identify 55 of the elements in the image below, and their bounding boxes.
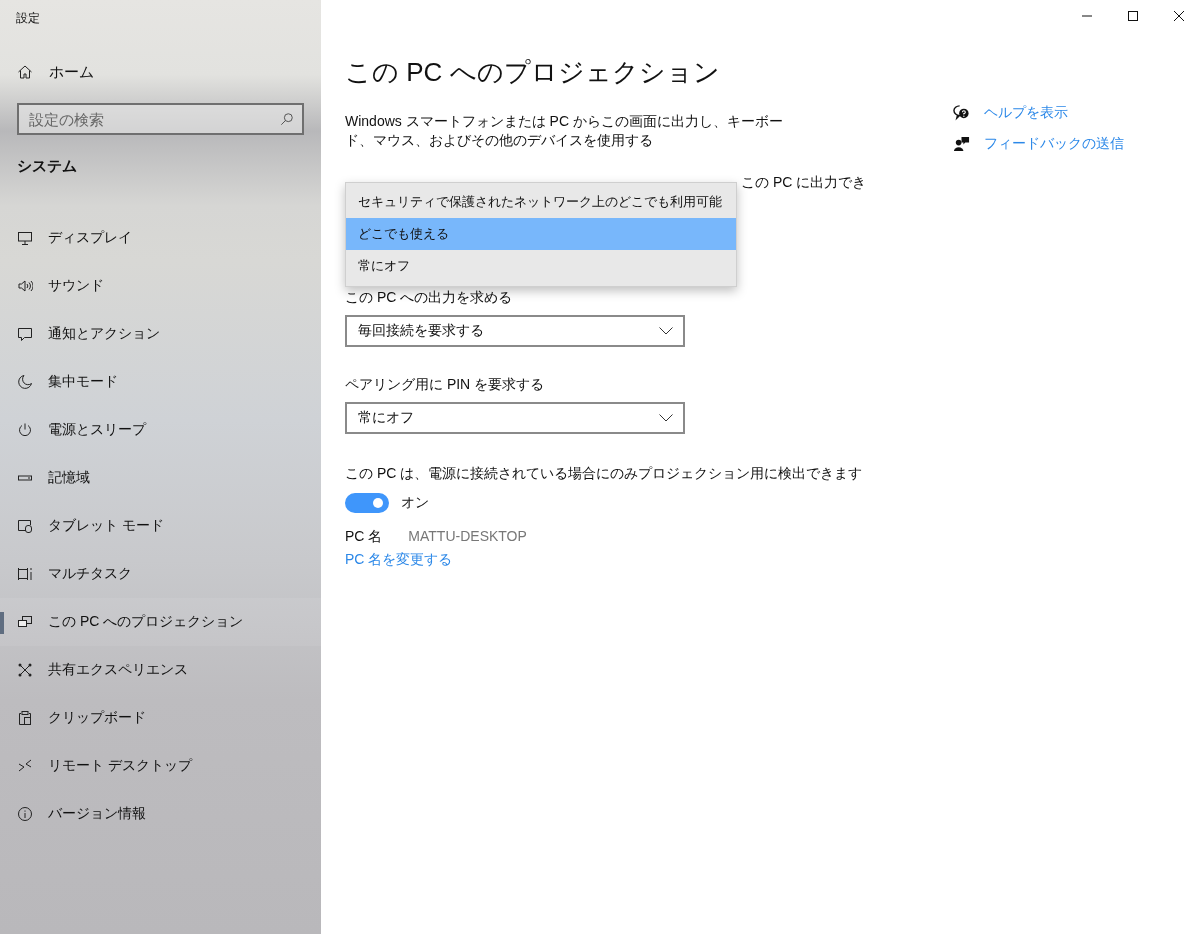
sidebar-item[interactable]: 電源とスリープ	[0, 406, 321, 454]
power-icon	[17, 422, 33, 438]
sidebar-item[interactable]: マルチタスク	[0, 550, 321, 598]
sidebar-item[interactable]: タブレット モード	[0, 502, 321, 550]
setting-label: ペアリング用に PIN を要求する	[345, 375, 546, 394]
home-icon	[17, 64, 33, 80]
search-icon	[280, 112, 294, 126]
help-link[interactable]: フィードバックの送信	[984, 134, 1124, 153]
projection-icon	[17, 614, 33, 630]
moon-icon	[17, 374, 33, 390]
setting-label: この PC に出力でき	[741, 174, 867, 190]
setting-label: この PC は、電源に接続されている場合にのみプロジェクション用に検出できます	[345, 464, 864, 483]
sidebar-item[interactable]: サウンド	[0, 262, 321, 310]
help-link[interactable]: ヘルプを表示	[984, 103, 1068, 122]
share-icon	[17, 662, 33, 678]
setting-label: この PC への出力を求める	[345, 288, 514, 307]
sidebar-item[interactable]: この PC へのプロジェクション	[0, 598, 321, 646]
dropdown-option[interactable]: どこでも使える	[346, 218, 736, 250]
help-icon	[953, 104, 970, 121]
rename-link[interactable]: PC 名を変更する	[345, 551, 453, 567]
sidebar-item[interactable]: 集中モード	[0, 358, 321, 406]
message-icon	[17, 326, 33, 342]
tablet-icon	[17, 518, 33, 534]
sidebar-item[interactable]: バージョン情報	[0, 790, 321, 838]
dropdown[interactable]: 毎回接続を要求する	[345, 315, 685, 347]
sidebar-item[interactable]: 共有エクスペリエンス	[0, 646, 321, 694]
feedback-icon	[953, 135, 970, 152]
sidebar-item[interactable]: 記憶域	[0, 454, 321, 502]
maximize-icon	[1128, 11, 1138, 21]
description: Windows スマートフォンまたは PC からこの画面に出力し、キーボード、マウス、およびその他のデバイスを使用する	[345, 112, 784, 150]
home-link[interactable]: ホーム	[17, 62, 321, 82]
clipboard-icon	[17, 710, 33, 726]
pc-name-label: PC 名	[345, 528, 383, 546]
remote-desktop-icon	[17, 758, 33, 774]
search-field[interactable]: 設定の検索	[17, 103, 304, 135]
toggle-switch[interactable]	[345, 493, 389, 513]
info-icon	[17, 806, 33, 822]
sidebar-item[interactable]: ディスプレイ	[0, 214, 321, 262]
sidebar-item[interactable]: クリップボード	[0, 694, 321, 742]
sidebar-item[interactable]: 通知とアクション	[0, 310, 321, 358]
dropdown-option[interactable]: 常にオフ	[346, 250, 736, 282]
chevron-down-icon	[659, 414, 673, 422]
speaker-icon	[17, 278, 33, 294]
close-icon	[1174, 11, 1184, 21]
dropdown-option[interactable]: セキュリティで保護されたネットワーク上のどこでも利用可能	[346, 186, 736, 218]
window-title: 設定	[15, 10, 41, 27]
chevron-down-icon	[659, 327, 673, 335]
sidebar-item[interactable]: リモート デスクトップ	[0, 742, 321, 790]
pc-name-value: MATTU-DESKTOP	[408, 528, 527, 546]
toggle-label: オン	[401, 494, 429, 512]
dropdown[interactable]: 常にオフ	[345, 402, 685, 434]
monitor-icon	[17, 230, 33, 246]
page-title: この PC へのプロジェクション	[345, 56, 721, 89]
multitask-icon	[17, 566, 33, 582]
section-heading: システム	[17, 157, 78, 176]
